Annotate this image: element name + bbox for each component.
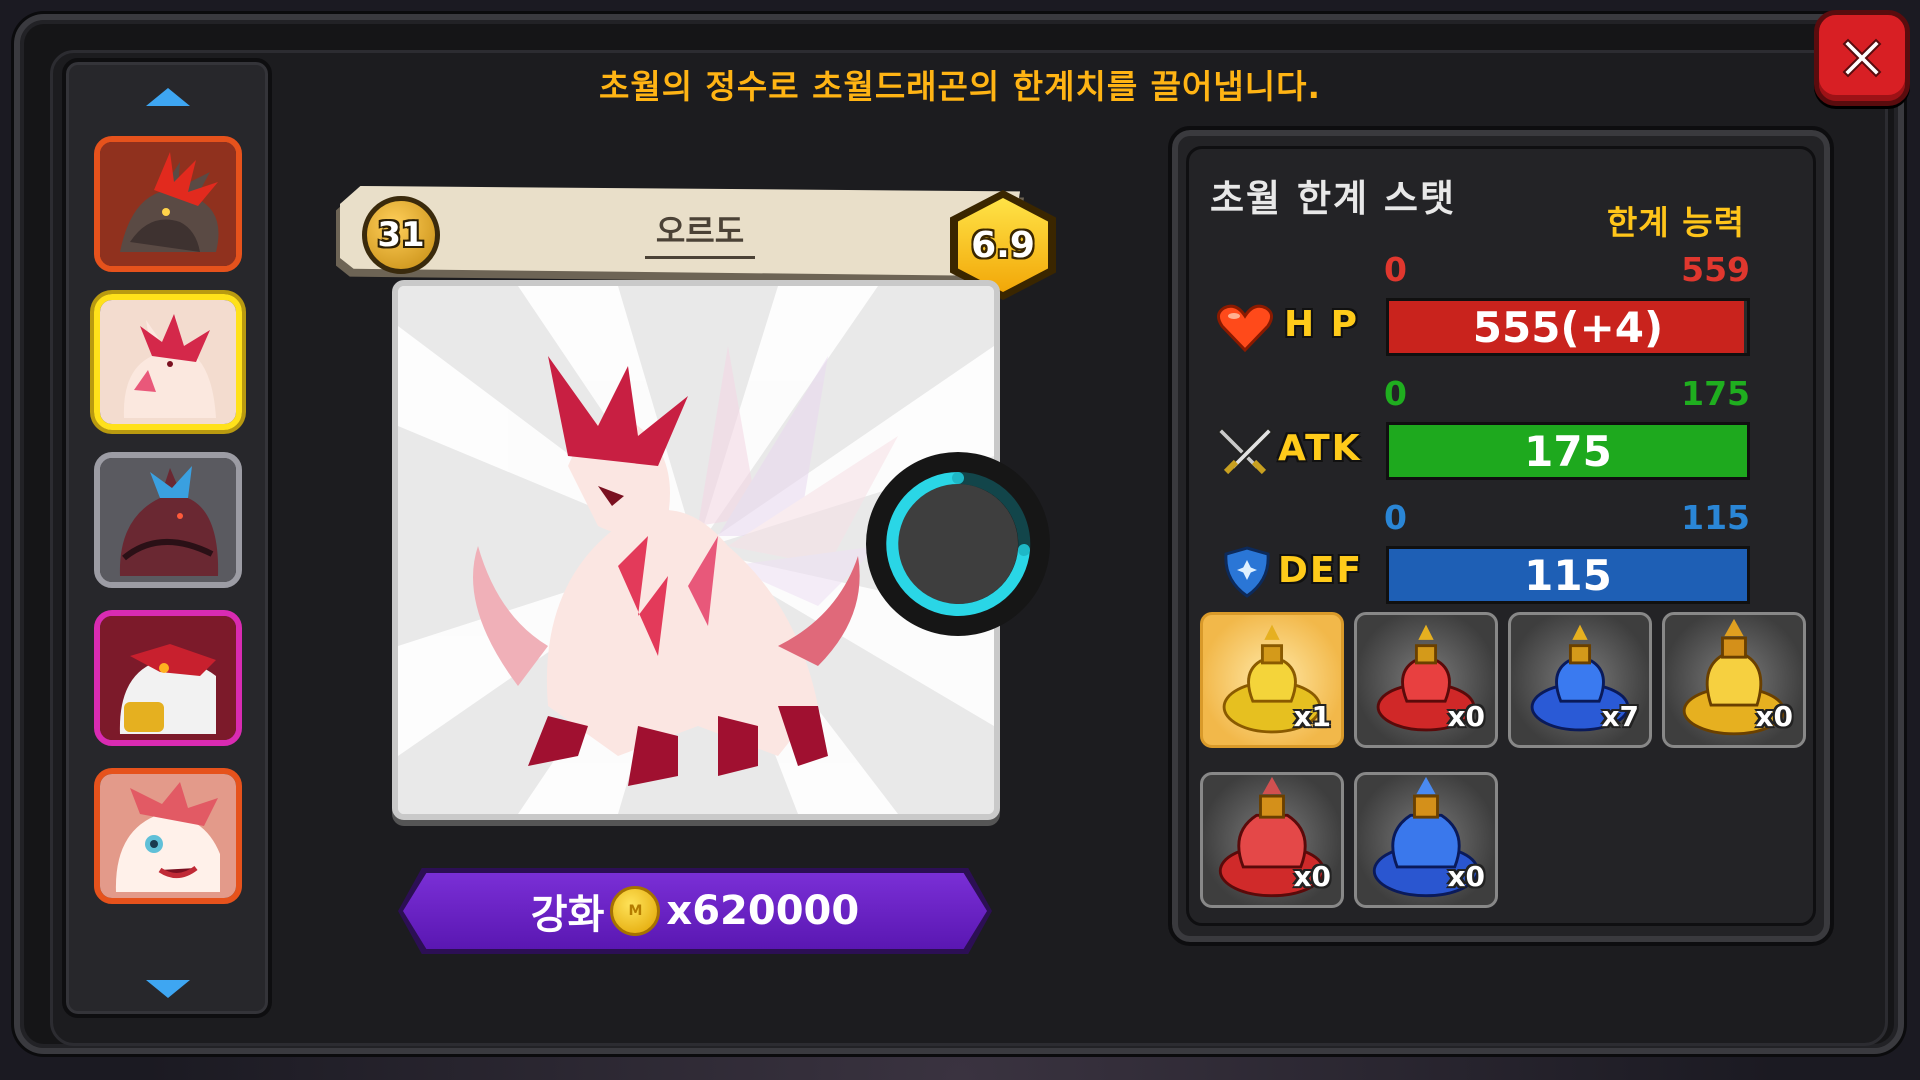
gold-coin-icon: M (610, 886, 661, 936)
chevron-down-icon (146, 980, 190, 998)
close-x-icon (1842, 38, 1882, 78)
hp-max: 559 (1681, 250, 1750, 289)
atk-max: 175 (1681, 374, 1750, 413)
dragon-list (62, 58, 272, 1018)
def-bar: 115 (1386, 546, 1750, 604)
header-message: 초월의 정수로 초월드래곤의 한계치를 끌어냅니다. (598, 67, 1322, 106)
atk-min: 0 (1384, 374, 1407, 413)
grade-value: 6.9 (971, 224, 1035, 266)
potion-count: x0 (1447, 860, 1485, 893)
dragon-name: 오르도 (560, 206, 840, 259)
atk-bar: 175 (1386, 422, 1750, 480)
heart-icon (1217, 304, 1273, 353)
upgrade-cost: x620000 (666, 888, 860, 934)
potion-count: x7 (1601, 700, 1639, 733)
upgrade-button[interactable]: 강화 M x620000 (398, 868, 992, 954)
dragon-portrait-icon (100, 300, 236, 424)
potion-slot-blue[interactable]: x7 (1508, 612, 1652, 748)
scroll-up-button[interactable] (142, 82, 194, 112)
close-button[interactable] (1814, 10, 1910, 106)
potion-count: x0 (1447, 700, 1485, 733)
coin-mark: M (628, 903, 643, 919)
hp-min: 0 (1384, 250, 1407, 289)
dragon-portrait-icon (100, 142, 236, 266)
dragon-slot-5[interactable] (94, 768, 242, 904)
def-min: 0 (1384, 498, 1407, 537)
dragon-slot-4[interactable] (94, 610, 242, 746)
potion-slot-red[interactable]: x0 (1354, 612, 1498, 748)
dragon-slot-1[interactable] (94, 136, 242, 272)
upgrade-button-face: 강화 M x620000 (403, 873, 987, 949)
dragon-portrait-icon (100, 458, 236, 582)
potion-slot-red-large[interactable]: x0 (1200, 772, 1344, 908)
dragon-portrait-icon (100, 616, 236, 740)
potion-count: x0 (1755, 700, 1793, 733)
scroll-down-button[interactable] (142, 974, 194, 1004)
loading-spinner-icon (866, 452, 1050, 636)
hp-value: 555(+4) (1472, 302, 1664, 352)
atk-label: ATK (1278, 428, 1362, 469)
potion-slot-blue-large[interactable]: x0 (1354, 772, 1498, 908)
potion-grid: x1 x0 x7 x0 x0 x0 (1196, 612, 1816, 912)
hp-label: H P (1284, 304, 1360, 345)
potion-count: x1 (1293, 700, 1331, 733)
hp-bar: 555(+4) (1386, 298, 1750, 356)
chevron-up-icon (146, 88, 190, 106)
dragon-portrait-icon (100, 774, 236, 898)
dragon-slot-3[interactable] (94, 452, 242, 588)
stats-panel-title: 초월 한계 스탯 (1210, 177, 1457, 220)
level-badge: 31 (362, 196, 440, 274)
potion-slot-gold[interactable]: x0 (1662, 612, 1806, 748)
stats-panel-subtitle: 한계 능력 (1607, 203, 1745, 242)
def-value: 115 (1524, 550, 1612, 600)
dragon-slot-2[interactable] (94, 294, 242, 430)
def-max: 115 (1681, 498, 1750, 537)
def-label: DEF (1278, 550, 1364, 591)
crossed-swords-icon (1216, 426, 1274, 475)
level-value: 31 (377, 215, 425, 255)
potion-slot-yellow[interactable]: x1 (1200, 612, 1344, 748)
upgrade-label: 강화 (530, 892, 605, 938)
atk-value: 175 (1524, 426, 1612, 476)
potion-count: x0 (1293, 860, 1331, 893)
shield-icon (1224, 546, 1270, 598)
